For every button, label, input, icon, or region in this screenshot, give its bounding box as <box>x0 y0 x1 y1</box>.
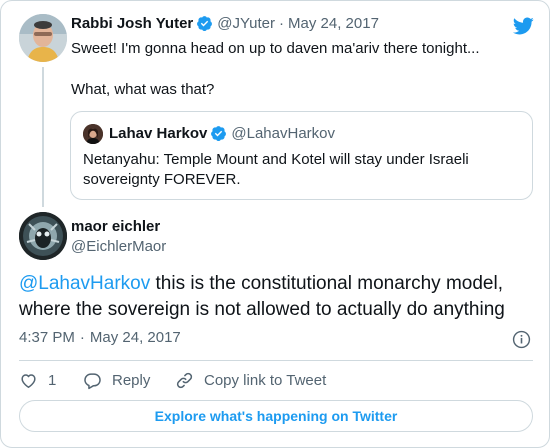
quoted-handle: @LahavHarkov <box>231 125 335 142</box>
like-count: 1 <box>48 371 57 389</box>
tweet-embed-card: Rabbi Josh Yuter @JYuter · May 24, 2017 … <box>0 0 550 448</box>
quoted-display-name: Lahav Harkov <box>109 125 208 142</box>
quoted-tweet-text-line: Netanyahu: Temple Mount and Kotel will s… <box>83 151 469 168</box>
divider <box>19 360 533 361</box>
tweet-date: May 24, 2017 <box>89 329 181 346</box>
main-display-name[interactable]: maor eichler <box>71 218 160 235</box>
heart-icon <box>21 373 36 388</box>
explore-twitter-button[interactable]: Explore what's happening on Twitter <box>19 400 533 432</box>
info-icon[interactable] <box>512 330 531 349</box>
tweet-time: 4:37 PM <box>19 329 75 346</box>
quoted-tweet-text-line: sovereignty FOREVER. <box>83 171 241 188</box>
quoted-tweet[interactable]: Lahav Harkov @LahavHarkov Netanyahu: Tem… <box>70 111 533 200</box>
copy-link-label: Copy link to Tweet <box>204 371 327 389</box>
twitter-bird-icon[interactable] <box>511 15 535 37</box>
mention-link[interactable]: @LahavHarkov <box>19 273 150 294</box>
quoted-tweet-header: Lahav Harkov @LahavHarkov <box>109 125 335 142</box>
reply-bubble-icon <box>84 372 101 389</box>
reply-label: Reply <box>112 371 151 389</box>
parent-tweet-header: Rabbi Josh Yuter @JYuter · May 24, 2017 <box>71 15 379 32</box>
tweet-actions: 1 Reply Copy link to Tweet <box>19 369 326 391</box>
verified-badge-icon <box>197 16 213 32</box>
tweet-timestamp[interactable]: 4:37 PM · May 24, 2017 <box>19 329 181 346</box>
main-handle[interactable]: @EichlerMaor <box>71 238 166 255</box>
copy-link-button[interactable]: Copy link to Tweet <box>175 371 326 390</box>
parent-display-name[interactable]: Rabbi Josh Yuter <box>71 15 193 32</box>
link-icon <box>176 372 193 388</box>
avatar-harkov <box>83 124 103 144</box>
parent-handle[interactable]: @JYuter <box>217 15 275 32</box>
like-button[interactable]: 1 <box>19 371 83 390</box>
main-tweet-text-line: where the sovereign is not allowed to ac… <box>19 299 505 320</box>
avatar-eichler[interactable] <box>19 212 67 260</box>
parent-tweet-text-line: What, what was that? <box>71 81 215 98</box>
main-tweet-text-line: @LahavHarkov this is the constitutional … <box>19 271 503 297</box>
avatar-yuter[interactable] <box>19 14 67 62</box>
verified-badge-icon <box>211 126 227 142</box>
parent-tweet-text-line: Sweet! I'm gonna head on up to daven ma'… <box>71 40 480 57</box>
separator-dot: · <box>79 329 85 346</box>
reply-button[interactable]: Reply <box>83 371 175 390</box>
separator-dot: · <box>279 15 285 32</box>
parent-date[interactable]: May 24, 2017 <box>288 15 379 32</box>
main-tweet-text-segment: this is the constitutional monarchy mode… <box>150 273 503 294</box>
thread-connector-line <box>42 67 44 207</box>
